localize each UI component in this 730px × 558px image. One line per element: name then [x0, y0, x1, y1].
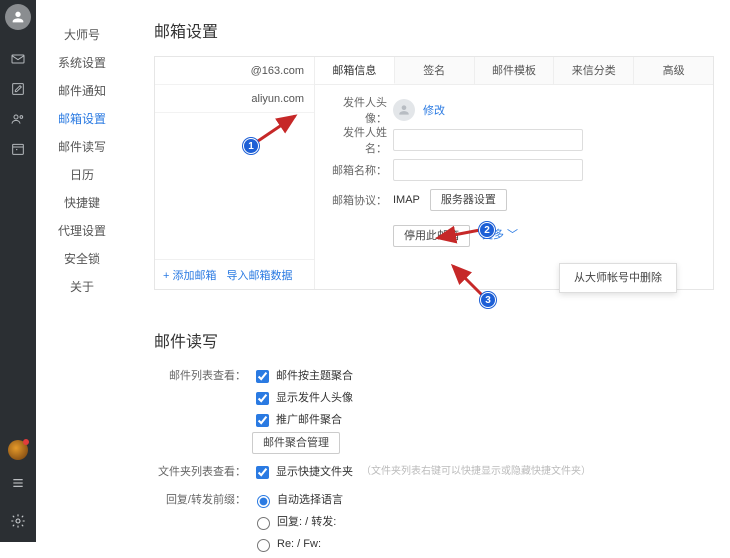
- disable-mailbox-button[interactable]: 停用此邮箱: [393, 225, 470, 247]
- detail-column: 邮箱信息 签名 邮件模板 来信分类 高级 发件人头像： 修改 发件人姓名：: [315, 57, 713, 289]
- user-avatar[interactable]: [5, 4, 31, 30]
- radio-cn-input[interactable]: [257, 517, 270, 530]
- nav-item-readwrite[interactable]: 邮件读写: [36, 134, 128, 160]
- account-list: @163.com aliyun.com + 添加邮箱 导入邮箱数据: [155, 57, 315, 289]
- check-promo[interactable]: 推广邮件聚合: [252, 410, 353, 430]
- reply-prefix-label: 回复/转发前缀：: [154, 490, 252, 510]
- avatar-label: 发件人头像：: [329, 94, 393, 126]
- mailbox-panel: @163.com aliyun.com + 添加邮箱 导入邮箱数据 邮箱信息 签…: [154, 56, 714, 290]
- nav-item-notify[interactable]: 邮件通知: [36, 78, 128, 104]
- rail-settings[interactable]: [0, 506, 36, 536]
- app-rail: [0, 0, 36, 542]
- check-avatar-box[interactable]: [256, 392, 269, 405]
- tab-advanced[interactable]: 高级: [634, 57, 713, 84]
- nav-item-proxy[interactable]: 代理设置: [36, 218, 128, 244]
- radio-auto[interactable]: 自动选择语言: [252, 490, 343, 510]
- settings-nav: 大师号 系统设置 邮件通知 邮箱设置 邮件读写 日历 快捷键 代理设置 安全锁 …: [36, 0, 128, 542]
- compose-icon: [10, 81, 26, 97]
- calendar-icon: [10, 141, 26, 157]
- server-settings-button[interactable]: 服务器设置: [430, 189, 507, 211]
- boxname-label: 邮箱名称：: [329, 162, 393, 178]
- mailbox-title: 邮箱设置: [154, 18, 712, 42]
- readwrite-section: 邮件读写 邮件列表查看： 邮件按主题聚合 显示发件人头像 推广邮件聚合 邮件聚合…: [154, 328, 712, 554]
- check-promo-box[interactable]: [256, 414, 269, 427]
- check-thread[interactable]: 邮件按主题聚合: [252, 366, 353, 386]
- tab-classify[interactable]: 来信分类: [554, 57, 634, 84]
- mail-icon: [10, 51, 26, 67]
- radio-en[interactable]: Re: / Fw:: [252, 534, 343, 554]
- tab-signature[interactable]: 签名: [395, 57, 475, 84]
- annotation-badge-2: 2: [479, 222, 495, 238]
- mailbox-form: 发件人头像： 修改 发件人姓名： 邮箱名称： 邮箱协议： IMAP: [315, 85, 713, 251]
- tab-info[interactable]: 邮箱信息: [315, 57, 395, 84]
- check-avatar[interactable]: 显示发件人头像: [252, 388, 353, 408]
- contacts-icon: [10, 111, 26, 127]
- nav-item-about[interactable]: 关于: [36, 274, 128, 300]
- change-avatar-link[interactable]: 修改: [423, 102, 445, 118]
- radio-auto-input[interactable]: [257, 495, 270, 508]
- nav-item-mailbox[interactable]: 邮箱设置: [36, 106, 128, 132]
- boxname-input[interactable]: [393, 159, 583, 181]
- detail-tabs: 邮箱信息 签名 邮件模板 来信分类 高级: [315, 57, 713, 85]
- aggregate-manage-button[interactable]: 邮件聚合管理: [252, 432, 340, 454]
- radio-en-input[interactable]: [257, 539, 270, 552]
- rail-compose[interactable]: [0, 74, 36, 104]
- sender-avatar: [393, 99, 415, 121]
- rail-calendar[interactable]: [0, 134, 36, 164]
- readwrite-title: 邮件读写: [154, 328, 712, 352]
- rail-mail[interactable]: [0, 44, 36, 74]
- rail-app-icon[interactable]: [8, 440, 28, 460]
- annotation-badge-3: 3: [480, 292, 496, 308]
- account-item-163[interactable]: @163.com: [155, 57, 314, 85]
- nav-item-calendar[interactable]: 日历: [36, 162, 128, 188]
- person-icon: [10, 9, 26, 25]
- folder-hint: （文件夹列表右键可以快捷显示或隐藏快捷文件夹）: [361, 462, 591, 482]
- nav-item-shortcut[interactable]: 快捷键: [36, 190, 128, 216]
- account-footer: + 添加邮箱 导入邮箱数据: [155, 259, 314, 289]
- rail-contacts[interactable]: [0, 104, 36, 134]
- nav-item-lock[interactable]: 安全锁: [36, 246, 128, 272]
- dropdown-remove-account[interactable]: 从大师帐号中删除: [560, 264, 676, 292]
- proto-value: IMAP: [393, 194, 420, 206]
- folder-view-label: 文件夹列表查看：: [154, 462, 252, 482]
- more-dropdown: 从大师帐号中删除: [559, 263, 677, 293]
- main-content: 邮箱设置 @163.com aliyun.com + 添加邮箱 导入邮箱数据 邮…: [128, 0, 730, 558]
- check-thread-box[interactable]: [256, 370, 269, 383]
- person-icon: [397, 103, 411, 117]
- proto-label: 邮箱协议：: [329, 192, 393, 208]
- check-quick-folder-box[interactable]: [256, 466, 269, 479]
- nav-item-system[interactable]: 系统设置: [36, 50, 128, 76]
- check-quick-folder[interactable]: 显示快捷文件夹 （文件夹列表右键可以快捷显示或隐藏快捷文件夹）: [252, 462, 591, 482]
- sender-name-input[interactable]: [393, 129, 583, 151]
- name-label: 发件人姓名：: [329, 124, 393, 156]
- nav-item-master[interactable]: 大师号: [36, 22, 128, 48]
- gear-icon: [10, 513, 26, 529]
- radio-cn[interactable]: 回复: / 转发:: [252, 512, 343, 532]
- account-item-aliyun[interactable]: aliyun.com: [155, 85, 314, 113]
- add-mailbox-link[interactable]: + 添加邮箱: [163, 267, 216, 283]
- menu-icon: [10, 475, 26, 491]
- list-view-label: 邮件列表查看：: [154, 366, 252, 386]
- annotation-badge-1: 1: [243, 138, 259, 154]
- rail-menu[interactable]: [0, 468, 36, 498]
- import-mailbox-link[interactable]: 导入邮箱数据: [226, 267, 292, 283]
- tab-template[interactable]: 邮件模板: [475, 57, 555, 84]
